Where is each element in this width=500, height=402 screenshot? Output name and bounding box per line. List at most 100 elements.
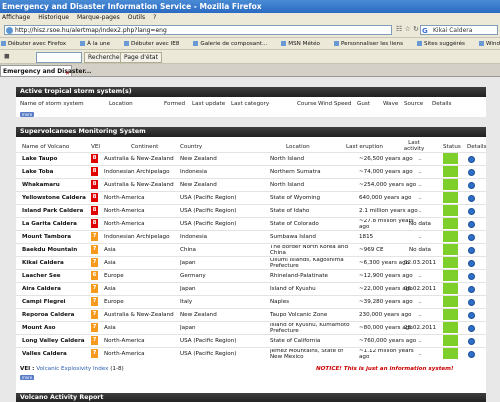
continent-cell: North-America xyxy=(104,195,145,201)
details-icon[interactable] xyxy=(468,156,475,163)
bookmark-item[interactable]: Sites suggérés xyxy=(416,41,472,47)
bookmark-label: Débuter avec IE8 xyxy=(131,41,180,47)
volcano-name[interactable]: Mount Aso xyxy=(22,323,90,334)
activity-cell: .. xyxy=(418,299,422,305)
status-indicator xyxy=(443,192,458,203)
bookmark-icon xyxy=(416,41,422,46)
volcano-row: Island Park Caldera 8 North-America USA (Pa… xyxy=(16,204,486,217)
volcano-name[interactable]: Yellowstone Caldera xyxy=(22,193,90,204)
volcano-name[interactable]: La Garita Caldera xyxy=(22,219,90,230)
activity-cell: .. xyxy=(418,208,422,214)
volcano-row: Baekdu Mountain 7 Asia China The border Nort… xyxy=(16,243,486,256)
volcano-row: Aira Caldera 7 Asia Japan Island of Kyushu ~2… xyxy=(16,282,486,295)
details-icon[interactable] xyxy=(468,169,475,176)
supervolcano-more-button[interactable]: more xyxy=(20,375,34,380)
toolbar-search-input[interactable] xyxy=(36,52,82,63)
status-indicator xyxy=(443,257,458,268)
status-indicator xyxy=(443,309,458,320)
volcano-name[interactable]: Campi Flegrei xyxy=(22,297,90,308)
details-icon[interactable] xyxy=(468,299,475,306)
details-icon[interactable] xyxy=(468,286,475,293)
bookmark-item[interactable]: MSN Météo xyxy=(281,41,327,47)
volcano-name[interactable]: Island Park Caldera xyxy=(22,206,90,217)
tropical-column-header: Wind Speed xyxy=(318,101,352,107)
continent-cell: Asia xyxy=(104,247,116,253)
volcano-row: La Garita Caldera 8 North-America USA (Paci… xyxy=(16,217,486,230)
volcano-report-panel: Volcano Activity Report xyxy=(16,393,486,402)
bookmark-item[interactable]: Personnaliser les liens xyxy=(333,41,410,47)
activity-cell: 28.02.2011 xyxy=(403,325,437,331)
vei-badge: 7 xyxy=(91,284,98,293)
location-cell: State of California xyxy=(270,338,321,344)
details-icon[interactable] xyxy=(468,273,475,280)
bookmark-star-icon[interactable]: ☆ xyxy=(405,25,411,33)
menu-item[interactable]: Affichage xyxy=(2,14,30,21)
location-cell: Island of Kyushu xyxy=(270,286,316,292)
details-icon[interactable] xyxy=(468,182,475,189)
volcano-name[interactable]: Lake Toba xyxy=(22,167,90,178)
bookmark-label: MSN Météo xyxy=(288,41,320,47)
details-icon[interactable] xyxy=(468,247,475,254)
country-cell: Germany xyxy=(180,273,206,279)
tropical-column-header: Gust xyxy=(357,101,370,107)
tropical-column-header: Last category xyxy=(231,101,270,107)
country-cell: New Zealand xyxy=(180,312,217,318)
details-icon[interactable] xyxy=(468,234,475,241)
volcano-name[interactable]: Kikai Caldera xyxy=(22,258,90,269)
supervolcano-column-header: Country xyxy=(180,144,203,150)
supervolcano-column-header: Last activity xyxy=(403,140,425,152)
search-input[interactable]: G Kikai Caldera xyxy=(420,25,498,35)
continent-cell: Europe xyxy=(104,273,124,279)
volcano-name[interactable]: Aira Caldera xyxy=(22,284,90,295)
vei-range: (1-8) xyxy=(110,366,124,372)
volcano-name[interactable]: Reporoa Caldera xyxy=(22,310,90,321)
tropical-column-header: Source xyxy=(404,101,424,107)
volcano-name[interactable]: Laacher See xyxy=(22,271,90,282)
tab-bar: Emergency and Disaster... ✕ xyxy=(0,64,500,77)
navigation-bar: http://hisz.rsoe.hu/alertmap/index2.php?… xyxy=(0,23,500,38)
bookmark-icon xyxy=(478,41,484,46)
bookmark-item[interactable]: Débuter avec IE8 xyxy=(124,41,186,47)
bookmark-item[interactable]: Débuter avec Firefox xyxy=(1,41,73,47)
volcano-name[interactable]: Baekdu Mountain xyxy=(22,245,90,256)
continent-cell: Australia & New-Zealand xyxy=(104,156,174,162)
details-icon[interactable] xyxy=(468,325,475,332)
vei-link[interactable]: Volcanic Explosivity Index xyxy=(36,366,108,372)
volcano-name[interactable]: Whakamaru xyxy=(22,180,90,191)
details-icon[interactable] xyxy=(468,221,475,228)
bookmark-item[interactable]: Windows Live xyxy=(478,41,500,47)
bookmark-item[interactable]: À la une xyxy=(80,41,117,47)
details-icon[interactable] xyxy=(468,195,475,202)
menu-bar: Affichage Historique Marque-pages Outils? xyxy=(0,13,500,23)
details-icon[interactable] xyxy=(468,208,475,215)
volcano-name[interactable]: Mount Tambora xyxy=(22,232,90,243)
tropical-more-button[interactable]: more xyxy=(20,112,34,117)
volcano-name[interactable]: Long Valley Caldera xyxy=(22,336,90,347)
supervolcano-column-header: Details xyxy=(467,144,487,150)
notice-text: NOTICE! This is just an information syst… xyxy=(316,366,454,372)
details-icon[interactable] xyxy=(468,260,475,267)
volcano-name[interactable]: Lake Taupo xyxy=(22,154,90,165)
menu-item[interactable]: Marque-pages xyxy=(77,14,120,21)
tab-active[interactable]: Emergency and Disaster... ✕ xyxy=(0,65,91,76)
details-icon[interactable] xyxy=(468,312,475,319)
bookmark-label: Windows Live xyxy=(485,41,500,47)
country-cell: Japan xyxy=(180,325,196,331)
details-icon[interactable] xyxy=(468,338,475,345)
menu-item[interactable]: Outils xyxy=(128,14,145,21)
vei-badge: 7 xyxy=(91,310,98,319)
rss-icon[interactable]: ☷ xyxy=(396,25,402,33)
country-cell: New Zealand xyxy=(180,182,217,188)
menu-item[interactable]: Historique xyxy=(38,14,69,21)
vei-badge: 7 xyxy=(91,297,98,306)
details-icon[interactable] xyxy=(468,351,475,358)
bookmark-label: Débuter avec Firefox xyxy=(8,41,67,47)
bookmark-item[interactable]: Galerie de composant... xyxy=(193,41,274,47)
reload-icon[interactable]: ↻ xyxy=(413,25,419,33)
close-tab-icon[interactable]: ✕ xyxy=(65,68,70,76)
menu-item[interactable]: ? xyxy=(153,14,156,21)
supervolcano-panel: Supervolcanoes Monitoring System Name of… xyxy=(16,127,486,397)
url-field[interactable]: http://hisz.rsoe.hu/alertmap/index2.php?… xyxy=(4,25,392,35)
page-etat-button[interactable]: Page d'état xyxy=(120,52,162,63)
volcano-name[interactable]: Valles Caldera xyxy=(22,349,90,360)
